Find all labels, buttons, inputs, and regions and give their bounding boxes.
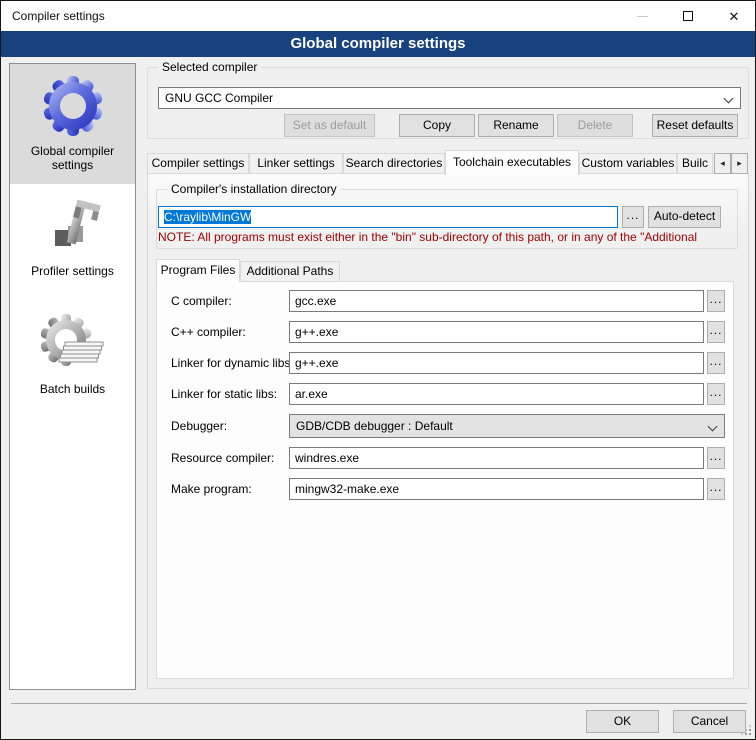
make-program-browse-button[interactable]: ... bbox=[707, 478, 725, 500]
cpp-compiler-input[interactable] bbox=[289, 321, 704, 343]
arrow-right-icon: ▸ bbox=[737, 158, 742, 168]
installation-directory-group-label: Compiler's installation directory bbox=[167, 182, 341, 196]
subtab-program-files[interactable]: Program Files bbox=[156, 259, 240, 282]
resource-compiler-input[interactable] bbox=[289, 447, 704, 469]
resize-grip[interactable] bbox=[741, 725, 751, 735]
close-icon: ✕ bbox=[729, 10, 740, 23]
rename-button[interactable]: Rename bbox=[478, 114, 554, 137]
set-as-default-button[interactable]: Set as default bbox=[284, 114, 375, 137]
tab-search-directories[interactable]: Search directories bbox=[343, 153, 445, 174]
debugger-dropdown[interactable]: GDB/CDB debugger : Default bbox=[289, 414, 725, 438]
selected-compiler-dropdown[interactable]: GNU GCC Compiler bbox=[158, 87, 741, 109]
sidebar-item-global-compiler-settings[interactable]: Global compiler settings bbox=[10, 64, 135, 184]
dynamic-linker-input[interactable] bbox=[289, 352, 704, 374]
tab-scroll-left-button[interactable]: ◂ bbox=[714, 153, 731, 174]
tab-scroll-right-button[interactable]: ▸ bbox=[731, 153, 748, 174]
sidebar-item-label: Batch builds bbox=[10, 382, 135, 396]
footer-divider bbox=[11, 703, 747, 704]
c-compiler-label: C compiler: bbox=[171, 294, 232, 308]
ok-button[interactable]: OK bbox=[586, 710, 659, 733]
dynamic-linker-label: Linker for dynamic libs: bbox=[171, 356, 294, 370]
cancel-button[interactable]: Cancel bbox=[673, 710, 746, 733]
sidebar-item-label: Global compiler settings bbox=[10, 144, 135, 172]
tab-custom-variables[interactable]: Custom variables bbox=[579, 153, 677, 174]
close-button[interactable]: ✕ bbox=[711, 1, 756, 31]
browse-directory-button[interactable]: ... bbox=[622, 206, 644, 228]
reset-defaults-button[interactable]: Reset defaults bbox=[652, 114, 738, 137]
minimize-button[interactable] bbox=[619, 1, 665, 31]
minimize-icon bbox=[637, 16, 648, 17]
maximize-icon bbox=[683, 11, 693, 21]
blue-gear-icon bbox=[41, 74, 105, 138]
profiler-caliper-icon bbox=[41, 194, 105, 258]
debugger-label: Debugger: bbox=[171, 419, 227, 433]
dynamic-linker-browse-button[interactable]: ... bbox=[707, 352, 725, 374]
resource-compiler-label: Resource compiler: bbox=[171, 451, 274, 465]
resource-compiler-browse-button[interactable]: ... bbox=[707, 447, 725, 469]
tab-build-options-clipped[interactable]: Builc bbox=[677, 153, 713, 174]
cpp-compiler-label: C++ compiler: bbox=[171, 325, 246, 339]
installation-directory-input[interactable]: C:\raylib\MinGW bbox=[158, 206, 618, 228]
static-linker-label: Linker for static libs: bbox=[171, 387, 277, 401]
window-title: Compiler settings bbox=[12, 9, 105, 23]
batch-builds-gear-icon bbox=[41, 312, 105, 376]
settings-category-list: Global compiler settings Profiler set bbox=[9, 63, 136, 690]
compiler-settings-dialog: Compiler settings ✕ Global compiler sett… bbox=[0, 0, 756, 740]
dialog-header: Global compiler settings bbox=[1, 31, 755, 57]
arrow-left-icon: ◂ bbox=[720, 158, 725, 168]
chevron-down-icon bbox=[708, 422, 718, 432]
auto-detect-button[interactable]: Auto-detect bbox=[648, 206, 721, 228]
cpp-compiler-browse-button[interactable]: ... bbox=[707, 321, 725, 343]
debugger-value: GDB/CDB debugger : Default bbox=[296, 419, 453, 433]
c-compiler-browse-button[interactable]: ... bbox=[707, 290, 725, 312]
sidebar-item-batch-builds[interactable]: Batch builds bbox=[10, 302, 135, 420]
maximize-button[interactable] bbox=[665, 1, 711, 31]
c-compiler-input[interactable] bbox=[289, 290, 704, 312]
tab-toolchain-executables[interactable]: Toolchain executables bbox=[445, 150, 579, 175]
delete-button[interactable]: Delete bbox=[557, 114, 633, 137]
make-program-label: Make program: bbox=[171, 482, 252, 496]
sidebar-item-label: Profiler settings bbox=[10, 264, 135, 278]
chevron-down-icon bbox=[724, 94, 734, 104]
bin-subdirectory-note: NOTE: All programs must exist either in … bbox=[158, 230, 734, 244]
tab-compiler-settings[interactable]: Compiler settings bbox=[147, 153, 249, 174]
selected-compiler-group-label: Selected compiler bbox=[158, 60, 261, 74]
tab-linker-settings[interactable]: Linker settings bbox=[249, 153, 343, 174]
selected-compiler-value: GNU GCC Compiler bbox=[165, 91, 273, 105]
static-linker-input[interactable] bbox=[289, 383, 704, 405]
installation-directory-value: C:\raylib\MinGW bbox=[164, 210, 251, 224]
make-program-input[interactable] bbox=[289, 478, 704, 500]
title-bar: Compiler settings ✕ bbox=[1, 1, 755, 31]
static-linker-browse-button[interactable]: ... bbox=[707, 383, 725, 405]
subtab-additional-paths[interactable]: Additional Paths bbox=[240, 261, 340, 282]
copy-button[interactable]: Copy bbox=[399, 114, 475, 137]
sidebar-item-profiler-settings[interactable]: Profiler settings bbox=[10, 184, 135, 302]
